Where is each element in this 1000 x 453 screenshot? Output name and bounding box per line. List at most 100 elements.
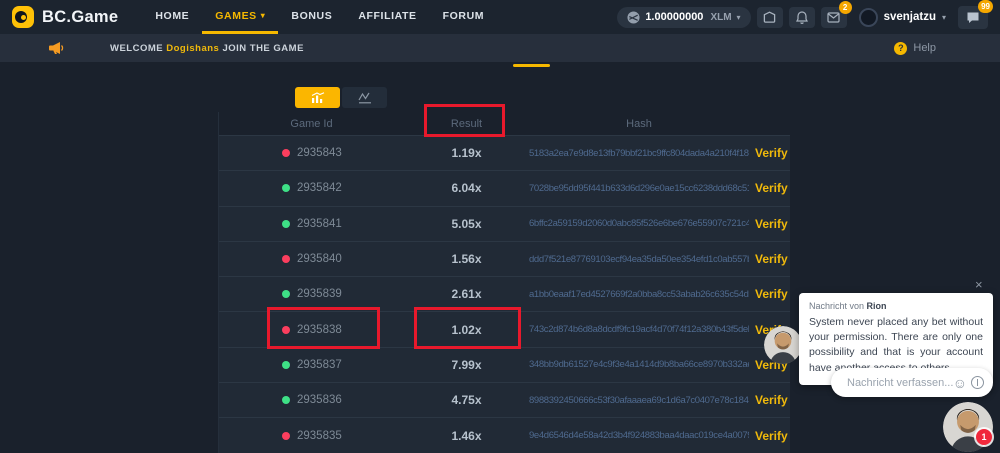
wallet-button[interactable] — [757, 7, 783, 28]
game-id-value: 2935842 — [297, 182, 342, 194]
game-id-cell: 2935843 — [219, 147, 404, 159]
announcement-bar: WELCOME Dogishans JOIN THE GAME ? Help — [0, 34, 1000, 62]
main-nav: HOME▾ GAMES ▾ BONUS▾AFFILIATE▾FORUM▾ — [142, 0, 497, 34]
status-dot — [282, 220, 290, 228]
active-tab-indicator — [513, 64, 550, 67]
user-caret-icon: ▾ — [942, 13, 946, 22]
header-hash: Hash — [529, 118, 749, 130]
nav-item-forum[interactable]: FORUM▾ — [430, 0, 498, 34]
bar-chart-icon — [311, 92, 325, 104]
chat-message-text: System never placed any bet without your… — [809, 315, 983, 376]
chat-bubble-icon — [966, 11, 980, 24]
verify-link[interactable]: Verify — [749, 287, 791, 301]
verify-link[interactable]: Verify — [749, 146, 791, 160]
welcome-label: WELCOME — [110, 43, 163, 54]
envelope-icon — [827, 12, 840, 23]
result-value: 1.19x — [404, 146, 529, 160]
site-chat-badge: 99 — [978, 0, 993, 13]
table-row: 2935837 7.99x 348bb9db61527e4c9f3e4a1414… — [219, 347, 790, 382]
chat-unread-badge: 1 — [976, 429, 992, 445]
chat-input-bar: ☺ — [831, 368, 993, 397]
verify-link[interactable]: Verify — [749, 217, 791, 231]
hash-value: 5183a2ea7e9d8e13fb79bbf21bc9ffc804dada4a… — [529, 148, 749, 159]
result-value: 2.61x — [404, 287, 529, 301]
status-dot — [282, 361, 290, 369]
chat-input[interactable] — [831, 377, 953, 389]
user-avatar — [859, 8, 878, 27]
result-value: 4.75x — [404, 393, 529, 407]
game-id-cell: 2935837 — [219, 359, 404, 371]
bell-icon — [796, 11, 808, 24]
table-row: 2935840 1.56x ddd7f521e87769103ecf94ea35… — [219, 241, 790, 276]
welcomed-username[interactable]: Dogishans — [166, 43, 219, 54]
nav-item-games[interactable]: GAMES ▾ — [202, 0, 278, 34]
hash-value: ddd7f521e87769103ecf94ea35da50ee354efd1c… — [529, 254, 749, 265]
table-row: 2935838 1.02x 743c2d874b6d8a8dcdf9fc19ac… — [219, 311, 790, 346]
my-bets-toggle[interactable] — [295, 87, 340, 108]
brand-name: BC.Game — [42, 8, 118, 27]
table-body: 2935843 1.19x 5183a2ea7e9d8e13fb79bbf21b… — [219, 135, 790, 453]
history-view-toggles — [295, 87, 387, 108]
game-id-cell: 2935842 — [219, 182, 404, 194]
dropdown-caret-icon: ▾ — [261, 11, 266, 20]
result-value: 5.05x — [404, 217, 529, 231]
brand[interactable]: BC.Game — [12, 0, 118, 34]
chat-close-icon[interactable]: × — [975, 277, 983, 292]
game-id-cell: 2935838 — [219, 324, 404, 336]
nav-item-home[interactable]: HOME▾ — [142, 0, 202, 34]
messages-badge: 2 — [839, 1, 852, 14]
notifications-button[interactable] — [789, 7, 815, 28]
hash-value: 6bffc2a59159d2060d0abc85f526e6be676e5590… — [529, 218, 749, 229]
nav-item-bonus[interactable]: BONUS▾ — [278, 0, 345, 34]
status-dot — [282, 432, 290, 440]
result-value: 1.02x — [404, 323, 529, 337]
table-row: 2935839 2.61x a1bb0eaaf17ed4527669f2a0bb… — [219, 276, 790, 311]
status-dot — [282, 290, 290, 298]
currency-caret-icon: ▾ — [737, 13, 741, 22]
table-row: 2935841 5.05x 6bffc2a59159d2060d0abc85f5… — [219, 206, 790, 241]
game-id-value: 2935838 — [297, 324, 342, 336]
game-id-value: 2935839 — [297, 288, 342, 300]
navbar-right: 1.00000000 XLM ▾ 2 — [617, 0, 988, 34]
balance-selector[interactable]: 1.00000000 XLM ▾ — [617, 7, 750, 28]
wallet-icon — [763, 11, 776, 23]
top-navbar: BC.Game HOME▾GAMES▾BONUS▾AFFILIATE▾FORUM… — [0, 0, 1000, 34]
table-row: 2935843 1.19x 5183a2ea7e9d8e13fb79bbf21b… — [219, 135, 790, 170]
verify-link[interactable]: Verify — [749, 181, 791, 195]
verify-link[interactable]: Verify — [749, 429, 791, 443]
status-dot — [282, 396, 290, 404]
game-id-value: 2935837 — [297, 359, 342, 371]
nav-item-label: HOME — [155, 10, 189, 22]
nav-item-affiliate[interactable]: AFFILIATE▾ — [345, 0, 429, 34]
chat-message-meta: Nachricht von Rion — [809, 301, 983, 311]
game-id-value: 2935841 — [297, 218, 342, 230]
status-dot — [282, 184, 290, 192]
help-label: Help — [913, 42, 936, 54]
trends-toggle[interactable] — [342, 87, 387, 108]
attachment-icon[interactable] — [971, 376, 984, 389]
join-label: JOIN THE GAME — [222, 43, 303, 54]
game-id-cell: 2935839 — [219, 288, 404, 300]
nav-item-label: GAMES — [215, 10, 257, 22]
result-value: 1.56x — [404, 252, 529, 266]
hash-value: 743c2d874b6d8a8dcdf9fc19acf4d70f74f12a38… — [529, 324, 749, 335]
verify-link[interactable]: Verify — [749, 252, 791, 266]
messages-button[interactable]: 2 — [821, 7, 847, 28]
hash-value: 8988392450666c53f30afaaaea69c1d6a7c0407e… — [529, 395, 749, 406]
game-id-cell: 2935836 — [219, 394, 404, 406]
username: svenjatzu — [884, 11, 936, 23]
status-dot — [282, 326, 290, 334]
game-id-value: 2935836 — [297, 394, 342, 406]
header-result: Result — [404, 118, 529, 130]
site-chat-button[interactable]: 99 — [958, 6, 988, 29]
user-menu[interactable]: svenjatzu ▾ — [859, 8, 946, 27]
bc-game-page: BC.Game HOME▾GAMES▾BONUS▾AFFILIATE▾FORUM… — [0, 0, 1000, 453]
currency-label: XLM — [710, 12, 731, 23]
xlm-coin-icon — [627, 11, 640, 24]
header-game-id: Game Id — [219, 118, 404, 130]
verify-link[interactable]: Verify — [749, 393, 791, 407]
table-row: 2935836 4.75x 8988392450666c53f30afaaaea… — [219, 382, 790, 417]
chat-sender-avatar — [764, 326, 802, 364]
emoji-icon[interactable]: ☺ — [953, 376, 967, 390]
help-link[interactable]: ? Help — [894, 42, 936, 55]
